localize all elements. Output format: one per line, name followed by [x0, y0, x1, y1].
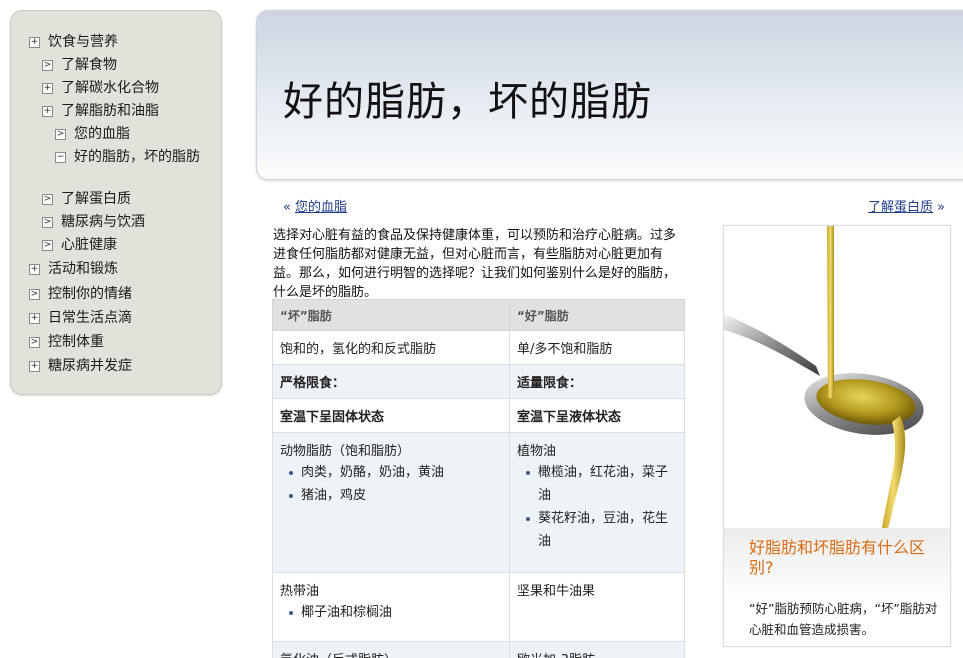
table-row: 室温下呈固体状态 室温下呈液体状态 — [272, 398, 685, 433]
sidebar-item-heart-health[interactable]: > 心脏健康 — [42, 235, 117, 255]
sidebar-item-label: 了解食物 — [61, 57, 117, 73]
page-title: 好的脂肪，坏的脂肪 — [283, 79, 652, 125]
sidebar-nav: + 饮食与营养 > 了解食物 + 了解碳水化合物 + 了解脂肪和油脂 > 您的血… — [10, 10, 222, 395]
table-cell: 适量限食： — [509, 364, 685, 399]
good-fats-header: “好”脂肪 — [509, 299, 685, 331]
sidebar-item-carbs[interactable]: + 了解碳水化合物 — [42, 78, 159, 98]
expand-icon[interactable]: + — [42, 83, 53, 94]
cell-heading: 动物脂肪（饱和脂肪） — [280, 444, 411, 459]
double-right-arrow-icon: » — [937, 200, 945, 215]
table-cell: 饱和的，氢化的和反式脂肪 — [272, 330, 510, 365]
sidebar-item-label: 活动和锻炼 — [48, 261, 118, 277]
list-item: 猪油，鸡皮 — [280, 484, 502, 507]
arrow-icon: > — [29, 289, 40, 300]
sidebar-item-label: 您的血脂 — [74, 126, 130, 142]
arrow-icon: > — [42, 194, 53, 205]
table-cell: 热带油 椰子油和棕榈油 — [272, 572, 510, 642]
olive-oil-spoon-image — [724, 226, 950, 528]
sidebar-item-label: 糖尿病与饮酒 — [61, 214, 145, 230]
page-header: 好的脂肪，坏的脂肪 — [256, 10, 963, 180]
sidebar-item-diabetes-alcohol[interactable]: > 糖尿病与饮酒 — [42, 212, 145, 232]
expand-icon[interactable]: + — [29, 37, 40, 48]
table-cell: 氢化油（反式脂肪） — [272, 641, 510, 658]
sidebar-item-weight[interactable]: > 控制体重 — [29, 332, 104, 352]
cell-heading: 热带油 — [280, 584, 320, 599]
sidebar-item-label: 了解脂肪和油脂 — [61, 103, 159, 119]
sidebar-item-label: 心脏健康 — [61, 237, 117, 253]
table-row: 热带油 椰子油和棕榈油 坚果和牛油果 — [272, 572, 685, 642]
table-cell: 单/多不饱和脂肪 — [509, 330, 685, 365]
sidebar-item-complications[interactable]: + 糖尿病并发症 — [29, 356, 132, 376]
list-item: 椰子油和棕榈油 — [280, 601, 502, 624]
table-row: 氢化油（反式脂肪） 欧米加-3脂肪 — [272, 641, 685, 658]
table-cell: 欧米加-3脂肪 — [509, 641, 685, 658]
table-row: 动物脂肪（饱和脂肪） 肉类，奶酪，奶油，黄油 猪油，鸡皮 植物油 橄榄油，红花油… — [272, 432, 685, 573]
expand-icon[interactable]: + — [42, 106, 53, 117]
list-item: 肉类，奶酪，奶油，黄油 — [280, 461, 502, 484]
table-header-row: “坏”脂肪 “好”脂肪 — [272, 299, 685, 331]
bullet-list: 肉类，奶酪，奶油，黄油 猪油，鸡皮 — [280, 461, 502, 507]
feature-text: “好”脂肪预防心脏病，“坏”脂肪对心脏和血管造成损害。 — [749, 601, 938, 637]
arrow-icon: > — [55, 129, 66, 140]
table-cell: 严格限食： — [272, 364, 510, 399]
sidebar-item-label: 糖尿病并发症 — [48, 358, 132, 374]
expand-icon[interactable]: + — [29, 313, 40, 324]
arrow-icon: > — [42, 217, 53, 228]
sidebar-item-label: 好的脂肪，坏的脂肪 — [74, 149, 200, 165]
sidebar-item-activity[interactable]: + 活动和锻炼 — [29, 259, 118, 279]
sidebar-item-diet-nutrition[interactable]: + 饮食与营养 — [29, 32, 118, 52]
sidebar-item-blood-lipids[interactable]: > 您的血脂 — [55, 124, 130, 144]
collapse-icon[interactable]: − — [55, 152, 66, 163]
next-page-label[interactable]: 了解蛋白质 — [868, 200, 933, 215]
feature-title[interactable]: 好脂肪和坏脂肪有什么区别? — [724, 528, 950, 600]
cell-heading: 植物油 — [517, 444, 557, 459]
sidebar-item-label: 了解蛋白质 — [61, 191, 131, 207]
feature-card[interactable]: 好脂肪和坏脂肪有什么区别? “好”脂肪预防心脏病，“坏”脂肪对心脏和血管造成损害… — [723, 225, 951, 647]
arrow-icon: > — [42, 240, 53, 251]
table-cell: 室温下呈液体状态 — [509, 398, 685, 433]
list-item: 橄榄油，红花油，菜子油 — [517, 461, 677, 507]
table-row: 饱和的，氢化的和反式脂肪 单/多不饱和脂肪 — [272, 330, 685, 365]
table-cell: 动物脂肪（饱和脂肪） 肉类，奶酪，奶油，黄油 猪油，鸡皮 — [272, 432, 510, 573]
expand-icon[interactable]: + — [29, 264, 40, 275]
sidebar-item-label: 了解碳水化合物 — [61, 80, 159, 96]
bullet-list: 椰子油和棕榈油 — [280, 601, 502, 624]
expand-icon[interactable]: + — [29, 361, 40, 372]
arrow-icon: > — [29, 337, 40, 348]
sidebar-item-emotions[interactable]: > 控制你的情绪 — [29, 284, 132, 304]
table-row: 严格限食： 适量限食： — [272, 364, 685, 399]
table-cell: 植物油 橄榄油，红花油，菜子油 葵花籽油，豆油，花生油 — [509, 432, 685, 573]
sidebar-item-daily-life[interactable]: + 日常生活点滴 — [29, 308, 132, 328]
prev-page-link[interactable]: « 您的血脂 — [279, 196, 347, 215]
intro-paragraph: 选择对心脏有益的食品及保持健康体重，可以预防和治疗心脏病。过多进食任何脂肪都对健… — [273, 228, 677, 300]
table-cell: 室温下呈固体状态 — [272, 398, 510, 433]
table-cell: 坚果和牛油果 — [509, 572, 685, 642]
sidebar-item-good-bad-fats[interactable]: − 好的脂肪，坏的脂肪 — [55, 147, 205, 167]
double-left-arrow-icon: « — [283, 200, 291, 215]
sidebar-item-protein[interactable]: > 了解蛋白质 — [42, 189, 131, 209]
list-item: 葵花籽油，豆油，花生油 — [517, 507, 677, 553]
prev-page-label[interactable]: 您的血脂 — [295, 200, 347, 215]
bad-fats-header: “坏”脂肪 — [272, 299, 510, 331]
sidebar-item-label: 日常生活点滴 — [48, 310, 132, 326]
fats-comparison-table: “坏”脂肪 “好”脂肪 饱和的，氢化的和反式脂肪 单/多不饱和脂肪 严格限食： … — [272, 299, 685, 658]
sidebar-item-fats-oils[interactable]: + 了解脂肪和油脂 — [42, 101, 159, 121]
sidebar-item-know-food[interactable]: > 了解食物 — [42, 55, 117, 75]
arrow-icon: > — [42, 60, 53, 71]
sidebar-item-label: 控制你的情绪 — [48, 286, 132, 302]
sidebar-item-label: 饮食与营养 — [48, 34, 118, 50]
sidebar-item-label: 控制体重 — [48, 334, 104, 350]
bullet-list: 橄榄油，红花油，菜子油 葵花籽油，豆油，花生油 — [517, 461, 677, 553]
next-page-link[interactable]: 了解蛋白质 » — [868, 196, 949, 215]
